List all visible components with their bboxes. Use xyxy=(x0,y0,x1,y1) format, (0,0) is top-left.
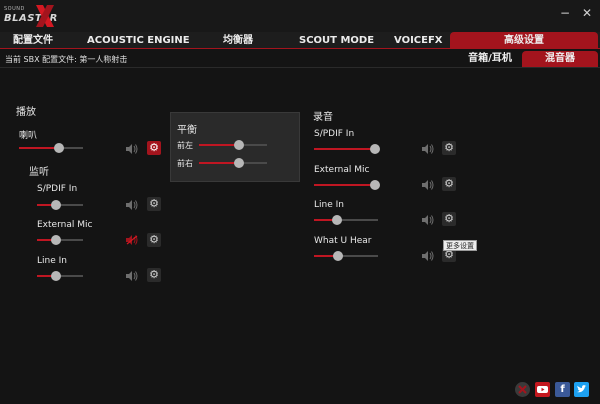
slider-knob[interactable] xyxy=(333,251,344,261)
title-bar: SOUND BLASTER − ✕ xyxy=(0,0,600,32)
slider-knob[interactable] xyxy=(51,235,62,245)
speaker-label: 喇叭 xyxy=(19,131,38,141)
disabled-circle-icon[interactable] xyxy=(515,382,530,397)
minimize-button[interactable]: − xyxy=(558,6,572,20)
slider-fill xyxy=(314,148,376,150)
monitor-spdif-slider[interactable] xyxy=(37,200,83,210)
monitor-external-mic-label: External Mic xyxy=(37,220,93,230)
current-profile-text: 当前 SBX 配置文件: 第一人称射击 xyxy=(5,55,128,64)
sub-tab-mixer[interactable]: 混音器 xyxy=(522,51,598,67)
record-spdif-label: S/PDIF In xyxy=(314,129,355,139)
tab-profiles[interactable]: 配置文件 xyxy=(13,32,53,49)
twitter-icon[interactable] xyxy=(574,382,589,397)
slider-knob[interactable] xyxy=(51,271,62,281)
monitor-spdif-settings-gear-icon[interactable]: ⚙ xyxy=(147,197,161,211)
record-external-mic-slider[interactable] xyxy=(314,180,381,190)
record-line-in-slider[interactable] xyxy=(314,215,378,225)
record-spdif-mute-icon[interactable] xyxy=(422,144,434,154)
more-settings-tooltip: 更多设置 xyxy=(443,240,477,251)
speaker-volume-slider[interactable] xyxy=(19,143,83,153)
slider-knob[interactable] xyxy=(370,144,381,154)
tab-equalizer[interactable]: 均衡器 xyxy=(223,32,253,49)
playback-heading: 播放 xyxy=(16,107,36,118)
recording-heading: 录音 xyxy=(313,112,333,123)
monitor-spdif-mute-icon[interactable] xyxy=(126,200,138,210)
monitor-line-in-mute-icon[interactable] xyxy=(126,271,138,281)
monitor-line-in-settings-gear-icon[interactable]: ⚙ xyxy=(147,268,161,282)
tab-scout-mode[interactable]: SCOUT MODE xyxy=(299,32,374,49)
balance-heading: 平衡 xyxy=(177,125,197,136)
balance-panel: 平衡 前左 前右 xyxy=(170,112,300,182)
slider-fill xyxy=(199,162,240,164)
monitor-external-mic-settings-gear-icon[interactable]: ⚙ xyxy=(147,233,161,247)
slider-fill xyxy=(19,147,59,149)
monitor-external-mic-slider[interactable] xyxy=(37,235,83,245)
sub-tab-divider xyxy=(0,67,600,68)
record-line-in-label: Line In xyxy=(314,200,344,210)
sub-tab-speakers-headphones[interactable]: 音箱/耳机 xyxy=(466,51,514,67)
slider-fill xyxy=(314,184,376,186)
slider-knob[interactable] xyxy=(53,143,64,153)
slider-fill xyxy=(199,144,240,146)
record-what-u-hear-mute-icon[interactable] xyxy=(422,251,434,261)
facebook-icon[interactable]: f xyxy=(555,382,570,397)
main-tab-bar: 配置文件 ACOUSTIC ENGINE 均衡器 SCOUT MODE VOIC… xyxy=(0,32,600,49)
youtube-icon[interactable] xyxy=(535,382,550,397)
front-left-label: 前左 xyxy=(177,141,193,150)
record-what-u-hear-label: What U Hear xyxy=(314,236,372,246)
logo-small-text: SOUND xyxy=(4,6,25,12)
front-left-balance-slider[interactable] xyxy=(199,140,267,150)
record-external-mic-mute-icon[interactable] xyxy=(422,180,434,190)
tab-acoustic-engine[interactable]: ACOUSTIC ENGINE xyxy=(87,32,190,49)
speaker-settings-gear-icon[interactable]: ⚙ xyxy=(147,141,161,155)
record-external-mic-label: External Mic xyxy=(314,165,370,175)
tab-advanced-settings[interactable]: 高级设置 xyxy=(450,32,598,49)
logo-x-icon xyxy=(36,5,54,27)
record-spdif-settings-gear-icon[interactable]: ⚙ xyxy=(442,141,456,155)
close-button[interactable]: ✕ xyxy=(580,6,594,20)
slider-knob[interactable] xyxy=(332,215,343,225)
front-right-balance-slider[interactable] xyxy=(199,158,267,168)
monitor-heading: 监听 xyxy=(29,167,49,178)
speaker-mute-icon[interactable] xyxy=(126,144,138,154)
monitor-external-mic-muted-icon[interactable] xyxy=(126,235,138,245)
tab-voicefx[interactable]: VOICEFX xyxy=(394,32,443,49)
record-external-mic-settings-gear-icon[interactable]: ⚙ xyxy=(442,177,456,191)
slider-knob[interactable] xyxy=(234,140,245,150)
monitor-line-in-slider[interactable] xyxy=(37,271,83,281)
monitor-line-in-label: Line In xyxy=(37,256,67,266)
slider-knob[interactable] xyxy=(51,200,62,210)
record-line-in-settings-gear-icon[interactable]: ⚙ xyxy=(442,212,456,226)
slider-knob[interactable] xyxy=(370,180,381,190)
record-line-in-mute-icon[interactable] xyxy=(422,215,434,225)
front-right-label: 前右 xyxy=(177,159,193,168)
monitor-spdif-label: S/PDIF In xyxy=(37,184,78,194)
record-what-u-hear-slider[interactable] xyxy=(314,251,378,261)
slider-knob[interactable] xyxy=(234,158,245,168)
record-spdif-slider[interactable] xyxy=(314,144,381,154)
